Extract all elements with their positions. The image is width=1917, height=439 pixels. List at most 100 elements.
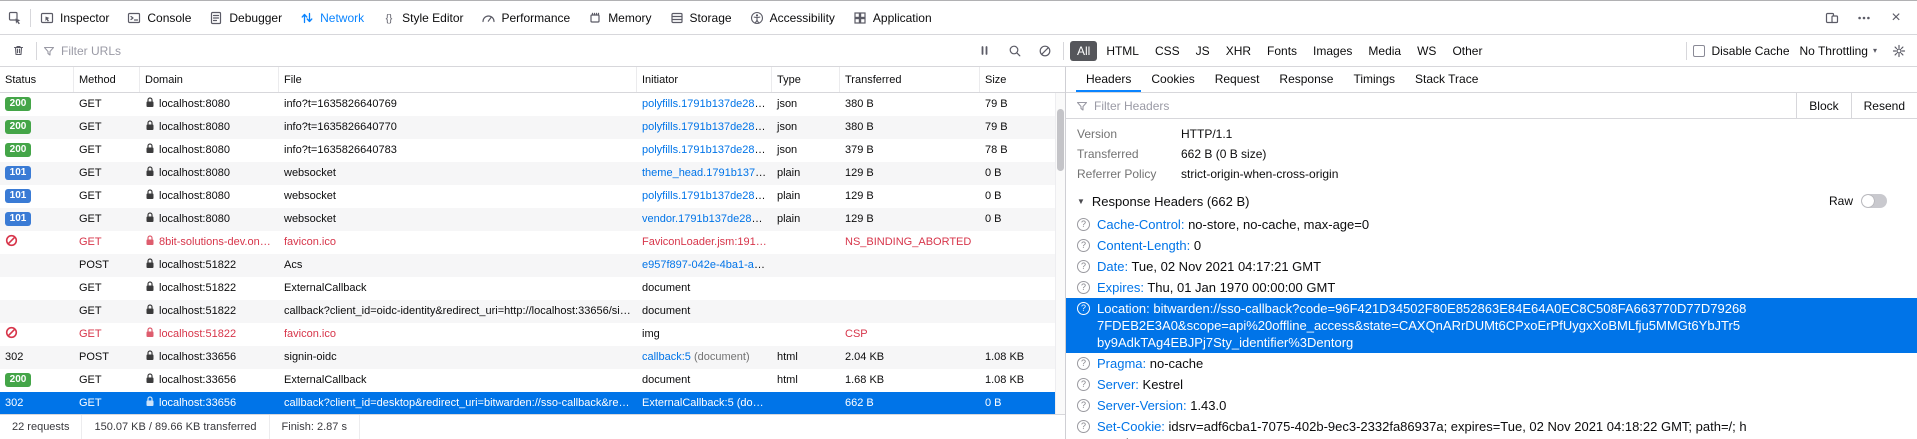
search-icon[interactable] — [1003, 39, 1027, 63]
settings-gear-icon[interactable] — [1887, 39, 1911, 63]
lock-icon — [145, 231, 155, 254]
cell-file: info?t=1635826640769 — [279, 93, 637, 116]
throttling-dropdown[interactable]: No Throttling ▾ — [1796, 44, 1882, 58]
details-tabs: Headers Cookies Request Response Timings… — [1066, 67, 1917, 93]
column-header-transferred[interactable]: Transferred — [840, 67, 980, 92]
column-header-domain[interactable]: Domain — [140, 67, 279, 92]
cell-type — [772, 300, 840, 323]
question-icon[interactable]: ? — [1077, 399, 1090, 412]
tab-storage[interactable]: Storage — [661, 1, 741, 34]
question-icon[interactable]: ? — [1077, 357, 1090, 370]
header-row[interactable]: ?Server-Version: 1.43.0 — [1077, 395, 1909, 416]
column-header-initiator[interactable]: Initiator — [637, 67, 772, 92]
network-request-row[interactable]: POSTlocalhost:51822Acse957f897-042e-4ba1… — [0, 254, 1055, 277]
network-request-row[interactable]: GETlocalhost:51822callback?client_id=oid… — [0, 300, 1055, 323]
meatball-menu-icon[interactable] — [1851, 6, 1877, 30]
details-tab-timings[interactable]: Timings — [1343, 67, 1405, 92]
question-icon[interactable]: ? — [1077, 218, 1090, 231]
tab-performance[interactable]: Performance — [472, 1, 579, 34]
network-request-row[interactable]: 200GETlocalhost:8080info?t=1635826640770… — [0, 116, 1055, 139]
cell-initiator: polyfills.1791b137de281b787… — [637, 93, 772, 116]
header-value: idsrv=adf6cba1-7075-402b-9ec3-2332fa8693… — [1097, 419, 1747, 439]
column-header-file[interactable]: File — [279, 67, 637, 92]
tab-memory[interactable]: Memory — [579, 1, 660, 34]
column-header-method[interactable]: Method — [74, 67, 140, 92]
resend-button[interactable]: Resend — [1851, 93, 1917, 118]
network-request-row[interactable]: 302POSTlocalhost:33656signin-oidccallbac… — [0, 346, 1055, 369]
header-row[interactable]: ?Content-Length: 0 — [1077, 235, 1909, 256]
network-request-row[interactable]: GETlocalhost:51822ExternalCallbackdocume… — [0, 277, 1055, 300]
header-row[interactable]: ?Server: Kestrel — [1077, 374, 1909, 395]
tab-debugger[interactable]: Debugger — [200, 1, 291, 34]
clear-requests-button[interactable] — [6, 39, 30, 63]
network-request-row[interactable]: GETlocalhost:51822favicon.icoimgCSP — [0, 323, 1055, 346]
network-request-row[interactable]: 101GETlocalhost:8080websocketpolyfills.1… — [0, 185, 1055, 208]
header-row[interactable]: ?Set-Cookie: idsrv=adf6cba1-7075-402b-9e… — [1077, 416, 1909, 439]
block-button[interactable]: Block — [1796, 93, 1850, 118]
responsive-design-mode-icon[interactable] — [1819, 6, 1845, 30]
question-icon[interactable]: ? — [1077, 378, 1090, 391]
tab-application[interactable]: Application — [844, 1, 941, 34]
cell-transferred: 129 B — [840, 162, 980, 185]
type-filter-js[interactable]: JS — [1189, 41, 1217, 61]
scrollbar-thumb[interactable] — [1057, 109, 1064, 171]
column-header-type[interactable]: Type — [772, 67, 840, 92]
type-filter-other[interactable]: Other — [1445, 41, 1489, 61]
cell-transferred: NS_BINDING_ABORTED — [840, 231, 980, 254]
cell-transferred: 129 B — [840, 185, 980, 208]
tab-style-editor[interactable]: {} Style Editor — [373, 1, 472, 34]
details-tab-stack-trace[interactable]: Stack Trace — [1405, 67, 1488, 92]
filter-headers-input[interactable] — [1094, 99, 1796, 113]
tab-network[interactable]: Network — [291, 1, 373, 34]
tab-console[interactable]: Console — [118, 1, 200, 34]
funnel-icon — [1076, 100, 1088, 112]
raw-toggle[interactable] — [1861, 194, 1887, 208]
type-filter-html[interactable]: HTML — [1099, 41, 1146, 61]
header-row[interactable]: ?Expires: Thu, 01 Jan 1970 00:00:00 GMT — [1077, 277, 1909, 298]
cell-type — [772, 392, 840, 414]
column-header-status[interactable]: Status — [0, 67, 74, 92]
type-filter-xhr[interactable]: XHR — [1219, 41, 1258, 61]
cell-file: info?t=1635826640783 — [279, 139, 637, 162]
header-row[interactable]: ?Cache-Control: no-store, no-cache, max-… — [1077, 214, 1909, 235]
network-request-row[interactable]: GET8bit-solutions-dev.onelogin…favicon.i… — [0, 231, 1055, 254]
header-row[interactable]: ?Pragma: no-cache — [1077, 353, 1909, 374]
question-icon[interactable]: ? — [1077, 260, 1090, 273]
details-tab-response[interactable]: Response — [1269, 67, 1343, 92]
network-request-row[interactable]: 200GETlocalhost:8080info?t=1635826640769… — [0, 93, 1055, 116]
debugger-icon — [209, 11, 223, 25]
question-icon[interactable]: ? — [1077, 239, 1090, 252]
blocked-request-icon — [5, 328, 18, 340]
request-list-scrollbar[interactable] — [1055, 93, 1065, 414]
header-row[interactable]: ?Location: bitwarden://sso-callback?code… — [1066, 298, 1917, 353]
close-icon[interactable]: × — [1883, 6, 1909, 30]
block-requests-icon[interactable] — [1033, 39, 1057, 63]
question-icon[interactable]: ? — [1077, 281, 1090, 294]
element-picker-button[interactable] — [0, 1, 30, 34]
details-tab-request[interactable]: Request — [1205, 67, 1270, 92]
type-filter-css[interactable]: CSS — [1148, 41, 1187, 61]
details-tab-cookies[interactable]: Cookies — [1141, 67, 1204, 92]
type-filter-media[interactable]: Media — [1361, 41, 1408, 61]
network-request-row[interactable]: 101GETlocalhost:8080websockettheme_head.… — [0, 162, 1055, 185]
filter-urls-input[interactable] — [61, 44, 967, 58]
type-filter-images[interactable]: Images — [1306, 41, 1359, 61]
response-headers-section[interactable]: ▼ Response Headers (662 B) Raw — [1077, 188, 1909, 214]
type-filter-fonts[interactable]: Fonts — [1260, 41, 1304, 61]
column-header-size[interactable]: Size — [980, 67, 1056, 92]
header-row[interactable]: ?Date: Tue, 02 Nov 2021 04:17:21 GMT — [1077, 256, 1909, 277]
network-request-row[interactable]: 101GETlocalhost:8080websocketvendor.1791… — [0, 208, 1055, 231]
network-request-row[interactable]: 200GETlocalhost:8080info?t=1635826640783… — [0, 139, 1055, 162]
details-tab-headers[interactable]: Headers — [1076, 67, 1141, 92]
question-icon[interactable]: ? — [1077, 420, 1090, 433]
network-request-row[interactable]: 302GETlocalhost:33656callback?client_id=… — [0, 392, 1055, 414]
question-icon[interactable]: ? — [1077, 302, 1090, 315]
network-request-row[interactable]: 200GETlocalhost:33656ExternalCallbackdoc… — [0, 369, 1055, 392]
tab-accessibility[interactable]: Accessibility — [741, 1, 844, 34]
type-filter-ws[interactable]: WS — [1410, 41, 1443, 61]
accessibility-icon — [750, 11, 764, 25]
type-filter-all[interactable]: All — [1070, 41, 1097, 61]
tab-inspector[interactable]: Inspector — [31, 1, 118, 34]
disable-cache-checkbox[interactable]: Disable Cache — [1693, 44, 1789, 58]
pause-recording-icon[interactable] — [973, 39, 997, 63]
